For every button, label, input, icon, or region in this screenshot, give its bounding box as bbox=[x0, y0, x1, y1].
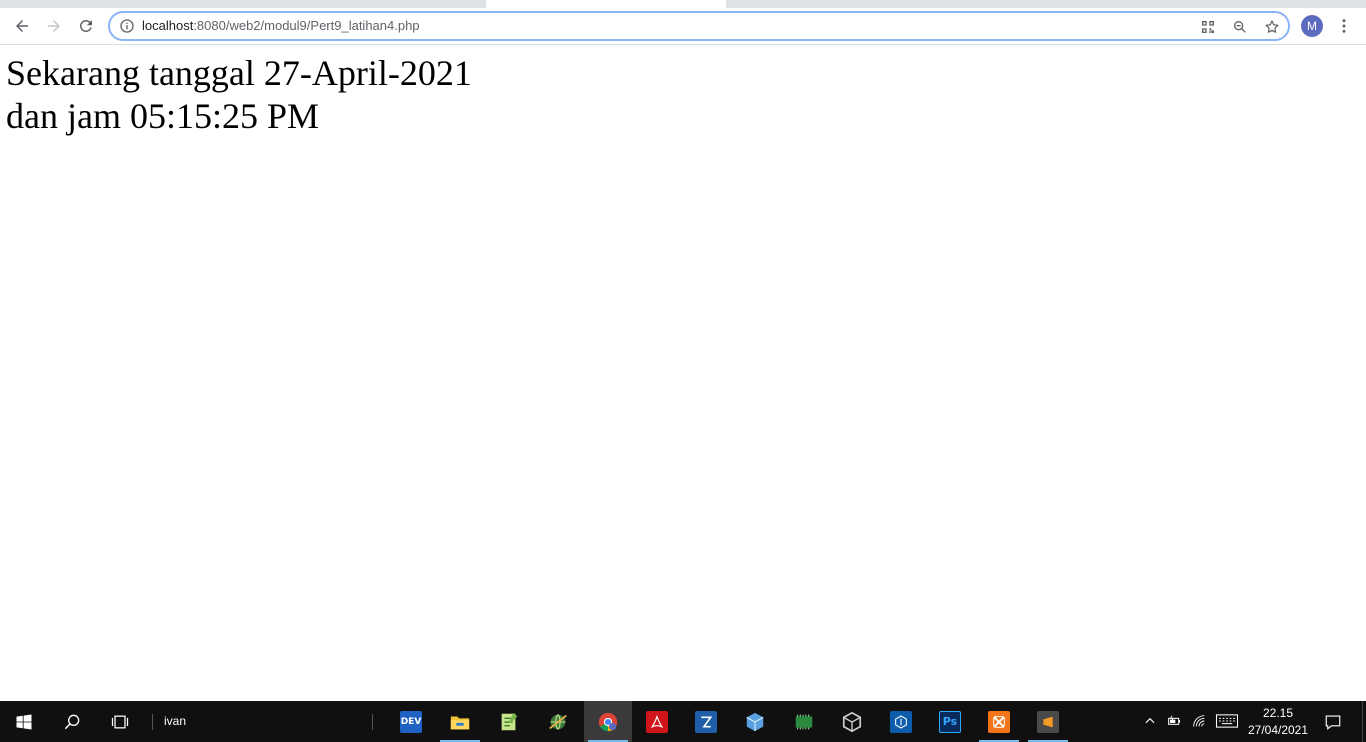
notepad-icon bbox=[501, 712, 518, 730]
xampp-icon bbox=[988, 710, 1010, 733]
search-button[interactable] bbox=[48, 701, 96, 742]
devc-app[interactable]: DEV bbox=[387, 701, 435, 742]
qr-code-button[interactable] bbox=[1198, 17, 1218, 37]
clock-time: 22.15 bbox=[1262, 706, 1294, 720]
task-view-button[interactable] bbox=[96, 701, 144, 742]
bookmark-star-icon bbox=[1265, 20, 1279, 33]
active-tab[interactable] bbox=[486, 0, 726, 8]
page-content: Sekarang tanggal 27-April-2021 dan jam 0… bbox=[0, 46, 1366, 701]
globe-icon bbox=[549, 713, 567, 730]
battery-icon bbox=[1168, 715, 1180, 725]
notepad-plus-app[interactable] bbox=[485, 701, 533, 742]
cube-app[interactable] bbox=[731, 701, 779, 742]
sublime-text-app[interactable] bbox=[1024, 701, 1072, 742]
show-hidden-icons-button[interactable] bbox=[1142, 713, 1158, 729]
chevron-up-icon bbox=[1145, 717, 1155, 724]
unity-app[interactable] bbox=[828, 701, 876, 742]
address-bar[interactable]: localhost:8080/web2/modul9/Pert9_latihan… bbox=[108, 11, 1290, 41]
photoshop-icon: Ps bbox=[939, 710, 961, 733]
tab-strip bbox=[0, 0, 1366, 8]
separator bbox=[152, 714, 153, 730]
chrome-app[interactable] bbox=[584, 701, 632, 742]
system-clock[interactable]: 22.15 27/04/2021 bbox=[1244, 705, 1312, 739]
info-icon[interactable] bbox=[119, 18, 135, 34]
filezilla-icon bbox=[695, 710, 717, 733]
url-path: :8080/web2/modul9/Pert9_latihan4.php bbox=[193, 18, 420, 33]
profile-avatar[interactable]: M bbox=[1301, 15, 1323, 37]
action-center-button[interactable] bbox=[1322, 711, 1344, 733]
bookmark-button[interactable] bbox=[1262, 17, 1282, 37]
windows-logo-icon bbox=[16, 714, 32, 729]
zoom-icon bbox=[1234, 20, 1246, 33]
url-host: localhost bbox=[142, 18, 194, 33]
xampp-app[interactable] bbox=[975, 701, 1023, 742]
back-button[interactable] bbox=[8, 12, 36, 40]
folder-icon bbox=[450, 716, 470, 729]
forward-icon bbox=[48, 20, 60, 32]
acrobat-app[interactable] bbox=[633, 701, 681, 742]
separator bbox=[372, 714, 373, 730]
reload-icon bbox=[79, 19, 92, 32]
network-button[interactable] bbox=[1191, 713, 1207, 729]
task-view-icon bbox=[111, 715, 129, 728]
memory-chip-icon bbox=[795, 714, 813, 729]
reload-button[interactable] bbox=[72, 12, 100, 40]
qr-code-icon bbox=[1202, 21, 1214, 33]
code-editor-icon bbox=[890, 710, 912, 733]
photoshop-app[interactable]: Ps bbox=[926, 701, 974, 742]
search-icon bbox=[64, 714, 80, 729]
memory-app[interactable] bbox=[780, 701, 828, 742]
url-text[interactable]: localhost:8080/web2/modul9/Pert9_latihan… bbox=[142, 18, 420, 33]
search-text[interactable]: ivan bbox=[164, 714, 186, 728]
cube-icon bbox=[746, 712, 764, 731]
keyboard-icon bbox=[1215, 714, 1239, 728]
clock-date: 27/04/2021 bbox=[1247, 723, 1309, 737]
start-button[interactable] bbox=[0, 701, 48, 742]
show-desktop-button[interactable] bbox=[1362, 701, 1366, 742]
zoom-button[interactable] bbox=[1230, 17, 1250, 37]
globe-app[interactable] bbox=[534, 701, 582, 742]
browser-toolbar: localhost:8080/web2/modul9/Pert9_latihan… bbox=[0, 8, 1366, 45]
kebab-menu-icon bbox=[1342, 19, 1346, 33]
filezilla-app[interactable] bbox=[682, 701, 730, 742]
code-editor-app[interactable] bbox=[877, 701, 925, 742]
time-text: dan jam 05:15:25 PM bbox=[6, 96, 319, 136]
notification-icon bbox=[1325, 715, 1341, 730]
unity-icon bbox=[842, 711, 862, 732]
date-text: Sekarang tanggal 27-April-2021 bbox=[6, 53, 472, 93]
sublime-icon bbox=[1037, 710, 1059, 733]
wifi-icon bbox=[1193, 715, 1205, 727]
acrobat-icon bbox=[646, 710, 668, 733]
keyboard-button[interactable] bbox=[1214, 713, 1240, 729]
browser-menu-button[interactable] bbox=[1334, 16, 1354, 36]
devc-icon: DEV bbox=[400, 710, 422, 733]
battery-button[interactable] bbox=[1166, 713, 1182, 729]
chrome-icon bbox=[598, 712, 618, 731]
taskbar: ivan DEV Ps 22.15 27/04/2021 bbox=[0, 701, 1366, 742]
back-icon bbox=[16, 20, 28, 32]
forward-button[interactable] bbox=[40, 12, 68, 40]
file-explorer-app[interactable] bbox=[436, 701, 484, 742]
